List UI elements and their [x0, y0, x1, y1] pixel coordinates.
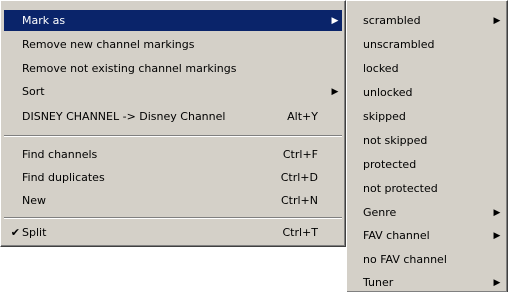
menu-item-shortcut: Ctrl+D: [280, 171, 318, 184]
mark-as-submenu: scrambled ▶ unscrambled locked unlocked …: [346, 0, 508, 292]
submenu-arrow-icon: ▶: [493, 207, 501, 218]
menu-item-label: Find channels: [22, 148, 98, 161]
menu-item-label: Mark as: [22, 14, 66, 27]
menu-item-label: Split: [22, 226, 47, 239]
menu-item-label: Find duplicates: [22, 171, 105, 184]
menu-item-label: New: [22, 194, 46, 207]
menu-item-label: no FAV channel: [363, 253, 447, 266]
menu-item-label: FAV channel: [363, 229, 430, 242]
submenu-item-scrambled[interactable]: scrambled ▶: [350, 10, 504, 31]
menu-item-label: not protected: [363, 182, 438, 195]
menu-item-label: DISNEY CHANNEL -> Disney Channel: [22, 110, 226, 123]
menu-item-rename-channel[interactable]: DISNEY CHANNEL -> Disney Channel Alt+Y: [4, 106, 342, 127]
submenu-item-not-skipped[interactable]: not skipped: [350, 130, 504, 151]
menu-item-label: unscrambled: [363, 38, 435, 51]
menu-item-label: scrambled: [363, 14, 421, 27]
menu-item-label: Genre: [363, 206, 397, 219]
menu-item-label: Remove not existing channel markings: [22, 62, 237, 75]
menu-item-label: locked: [363, 62, 399, 75]
menu-item-shortcut: Ctrl+N: [280, 194, 318, 207]
menu-item-shortcut: Alt+Y: [287, 110, 318, 123]
menu-item-find-channels[interactable]: Find channels Ctrl+F: [4, 144, 342, 165]
submenu-item-tuner[interactable]: Tuner ▶: [350, 272, 504, 293]
context-menu: Mark as ▶ Remove new channel markings Re…: [0, 0, 346, 247]
menu-item-split[interactable]: ✔ Split Ctrl+T: [4, 222, 342, 243]
menu-separator: [4, 135, 342, 137]
menu-item-label: protected: [363, 158, 417, 171]
submenu-item-genre[interactable]: Genre ▶: [350, 202, 504, 223]
submenu-item-skipped[interactable]: skipped: [350, 106, 504, 127]
submenu-arrow-icon: ▶: [493, 230, 501, 241]
menu-item-mark-as[interactable]: Mark as ▶: [4, 10, 342, 31]
submenu-arrow-icon: ▶: [331, 86, 339, 97]
submenu-item-not-protected[interactable]: not protected: [350, 178, 504, 199]
submenu-item-no-fav-channel[interactable]: no FAV channel: [350, 249, 504, 270]
menu-item-shortcut: Ctrl+T: [282, 226, 318, 239]
submenu-item-unscrambled[interactable]: unscrambled: [350, 34, 504, 55]
menu-item-label: Remove new channel markings: [22, 38, 195, 51]
menu-item-new[interactable]: New Ctrl+N: [4, 190, 342, 211]
checkmark-icon: ✔: [10, 226, 20, 239]
menu-item-label: skipped: [363, 110, 406, 123]
menu-item-sort[interactable]: Sort ▶: [4, 81, 342, 102]
submenu-arrow-icon: ▶: [493, 15, 501, 26]
menu-separator: [4, 217, 342, 219]
submenu-item-locked[interactable]: locked: [350, 58, 504, 79]
submenu-item-unlocked[interactable]: unlocked: [350, 82, 504, 103]
menu-item-label: not skipped: [363, 134, 428, 147]
submenu-item-fav-channel[interactable]: FAV channel ▶: [350, 225, 504, 246]
menu-item-label: Tuner: [363, 276, 394, 289]
menu-item-remove-not-existing-markings[interactable]: Remove not existing channel markings: [4, 58, 342, 79]
submenu-item-protected[interactable]: protected: [350, 154, 504, 175]
submenu-arrow-icon: ▶: [331, 15, 339, 26]
menu-item-remove-new-markings[interactable]: Remove new channel markings: [4, 34, 342, 55]
menu-item-label: Sort: [22, 85, 45, 98]
submenu-arrow-icon: ▶: [493, 277, 501, 288]
menu-item-label: unlocked: [363, 86, 413, 99]
menu-item-shortcut: Ctrl+F: [282, 148, 318, 161]
menu-item-find-duplicates[interactable]: Find duplicates Ctrl+D: [4, 167, 342, 188]
